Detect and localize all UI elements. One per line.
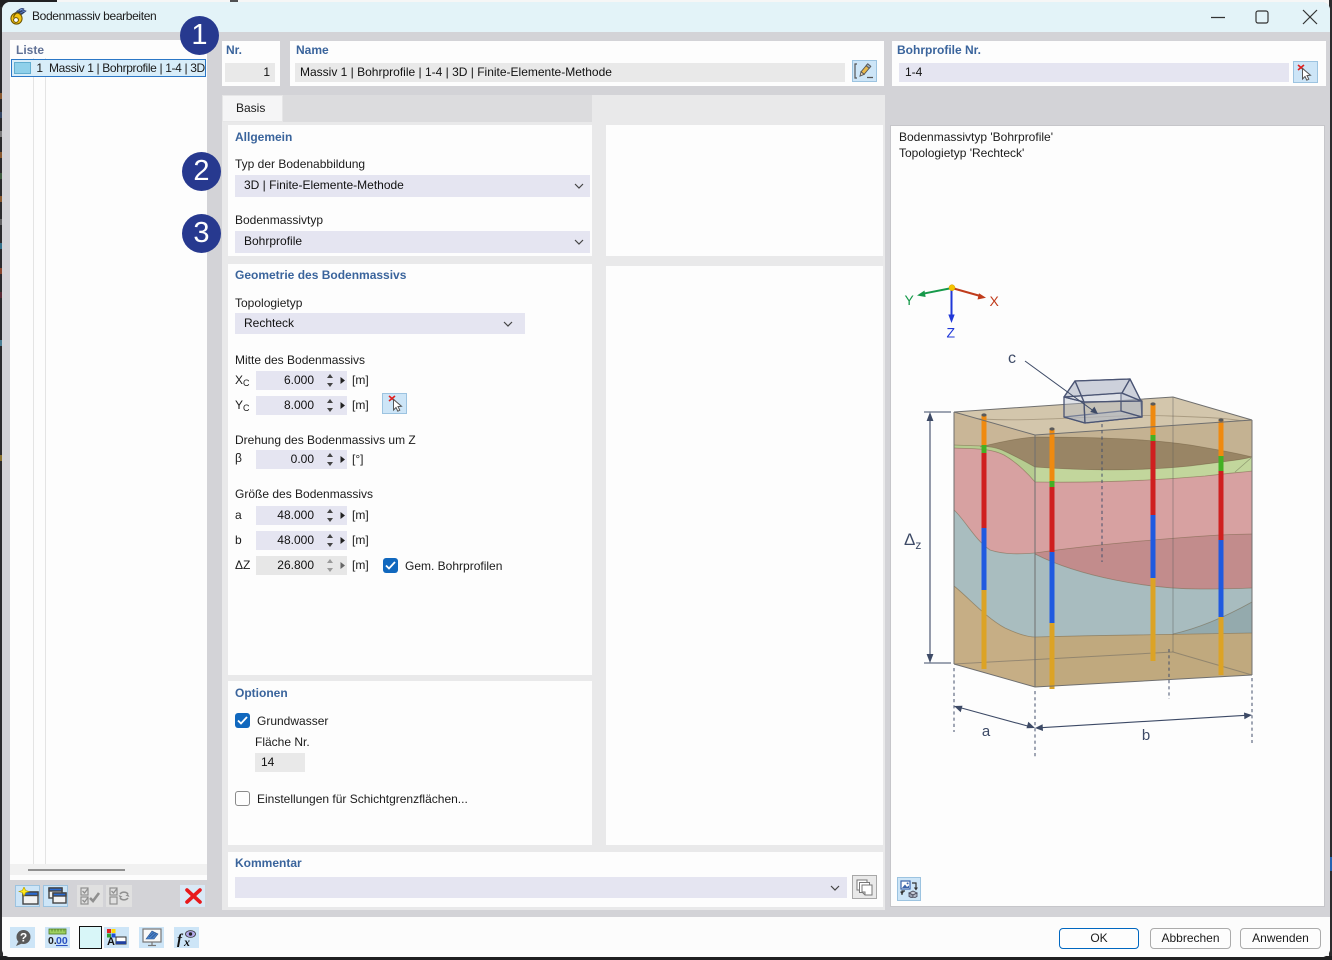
- svg-text:c: c: [1008, 350, 1016, 367]
- svg-text:A: A: [107, 936, 115, 947]
- svg-text:00: 00: [56, 935, 68, 947]
- svg-text:X: X: [990, 293, 1000, 309]
- svg-text:Z: Z: [947, 325, 956, 341]
- svg-text:Δz: Δz: [904, 530, 921, 552]
- svg-text:b: b: [1142, 727, 1150, 744]
- svg-text:?: ?: [20, 931, 27, 945]
- svg-text:a: a: [982, 723, 991, 740]
- svg-text:f: f: [177, 932, 184, 948]
- svg-text:Y: Y: [905, 292, 915, 308]
